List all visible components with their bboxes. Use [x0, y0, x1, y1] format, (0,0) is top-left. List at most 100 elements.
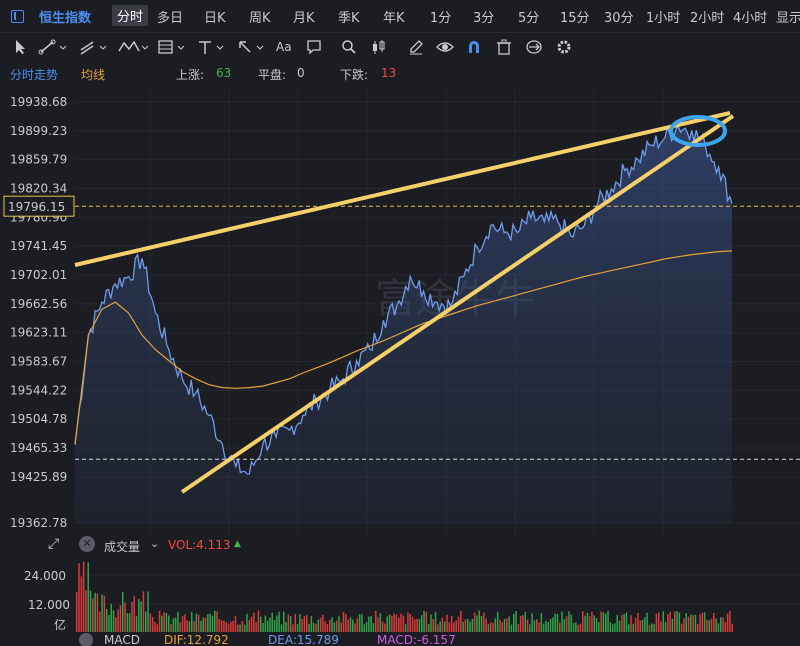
volume-bar: [352, 619, 354, 632]
volume-bar: [269, 617, 271, 632]
magnet-icon[interactable]: [466, 37, 482, 57]
tab-timeframe[interactable]: 日K: [204, 7, 226, 26]
sync-icon[interactable]: [525, 37, 543, 57]
volume-bar: [225, 622, 227, 632]
symbol-name[interactable]: 恒生指数: [39, 7, 91, 26]
trash-icon[interactable]: [496, 37, 512, 57]
volume-bar: [600, 611, 602, 632]
volume-bar: [195, 613, 198, 632]
comment-tool-icon[interactable]: [306, 37, 322, 57]
volume-bar: [308, 623, 310, 632]
search-icon[interactable]: [341, 37, 357, 57]
wave-tool-icon[interactable]: [117, 37, 149, 57]
volume-bar: [85, 589, 87, 632]
gear-icon[interactable]: [556, 37, 572, 57]
avg-line-label[interactable]: 均线: [81, 66, 105, 83]
tab-timeframe[interactable]: 1分: [430, 7, 451, 26]
expand-icon[interactable]: ⤢: [48, 536, 59, 552]
volume-bar: [220, 620, 223, 632]
volume-bar: [289, 616, 292, 632]
volume-bar: [276, 615, 278, 632]
volume-bar: [687, 616, 690, 632]
candlestick-icon[interactable]: [370, 37, 388, 57]
volume-bar: [416, 618, 418, 632]
tab-timeframe[interactable]: 显示: [776, 7, 800, 26]
volume-bar: [315, 624, 317, 632]
volume-bar: [667, 614, 669, 632]
volume-bar: [634, 618, 637, 632]
tab-timeframe[interactable]: 月K: [293, 7, 315, 26]
volume-bar: [372, 623, 375, 632]
tab-timeframe[interactable]: 1小时: [646, 7, 680, 26]
volume-bar: [354, 623, 356, 632]
volume-bar: [243, 624, 246, 632]
volume-bar: [99, 611, 101, 632]
volume-bar: [110, 603, 112, 632]
volume-bar: [168, 615, 170, 632]
tab-timeframe[interactable]: 4小时: [733, 7, 767, 26]
horizontal-line-icon[interactable]: [197, 37, 227, 57]
volume-bar: [726, 613, 729, 632]
chart-panel-icon[interactable]: [11, 10, 24, 23]
channel-tool-icon[interactable]: [78, 37, 108, 57]
volume-bar: [577, 624, 579, 632]
tab-timeframe[interactable]: 分时: [112, 5, 149, 26]
down-count: 13: [381, 66, 397, 80]
tab-timeframe[interactable]: 2小时: [690, 7, 724, 26]
volume-bar: [108, 615, 110, 632]
volume-indicator-name[interactable]: 成交量: [104, 538, 140, 555]
volume-bar: [441, 617, 444, 632]
volume-bar: [540, 613, 543, 632]
volume-bar: [483, 612, 485, 632]
y-tick-label: 19662.56: [10, 297, 67, 311]
volume-bar: [593, 615, 595, 632]
macd-value: MACD:-6.157: [377, 633, 456, 646]
volume-bar: [179, 622, 181, 632]
volume-bar: [94, 592, 96, 632]
volume-bar: [388, 614, 391, 632]
volume-bar: [404, 624, 407, 632]
line-tool-icon[interactable]: [38, 37, 68, 57]
volume-bar: [510, 624, 513, 632]
volume-bar: [664, 621, 667, 632]
close-icon[interactable]: ✕: [79, 536, 95, 552]
fib-tool-icon[interactable]: [157, 37, 187, 57]
volume-bar: [303, 616, 306, 632]
price-chart[interactable]: 富途牛牛 19938.6819899.2319859.7919820.34197…: [0, 87, 800, 535]
tab-timeframe[interactable]: 30分: [604, 7, 634, 26]
volume-bar: [278, 611, 280, 632]
volume-bar: [552, 617, 554, 632]
tab-timeframe[interactable]: 15分: [560, 7, 590, 26]
chevron-down-icon[interactable]: ⌄: [150, 537, 159, 550]
volume-bar: [515, 611, 517, 632]
volume-bar: [708, 620, 710, 632]
mode-label[interactable]: 分时走势: [10, 66, 58, 83]
macd-label[interactable]: MACD: [104, 633, 140, 646]
volume-bar: [609, 622, 612, 632]
volume-bar: [239, 624, 241, 632]
volume-bar: [287, 614, 290, 632]
volume-bar: [674, 611, 676, 632]
volume-bar: [223, 620, 225, 632]
close-icon[interactable]: [79, 633, 93, 646]
volume-bar: [545, 620, 547, 632]
text-tool-icon[interactable]: Aa: [276, 37, 292, 57]
volume-chart[interactable]: 24.000 12.000 亿: [0, 557, 800, 632]
tab-timeframe[interactable]: 周K: [249, 7, 271, 26]
pencil-icon[interactable]: [408, 37, 424, 57]
volume-bar: [611, 624, 614, 632]
timeframe-bar: 恒生指数 分时 多日 日K 周K 月K 季K 年K 1分 3分 5分 15分 30分 1小时 2小时 4小时…: [0, 0, 800, 33]
eye-icon[interactable]: [436, 37, 454, 57]
volume-bar: [218, 619, 221, 632]
cursor-icon[interactable]: [14, 37, 28, 57]
tab-timeframe[interactable]: 年K: [383, 7, 405, 26]
tab-timeframe[interactable]: 多日: [157, 7, 183, 26]
tab-timeframe[interactable]: 季K: [338, 7, 360, 26]
tab-timeframe[interactable]: 3分: [473, 7, 494, 26]
volume-bar: [492, 622, 494, 632]
tab-timeframe[interactable]: 5分: [518, 7, 539, 26]
volume-bar: [496, 611, 499, 632]
volume-bar: [283, 611, 285, 632]
volume-bar: [154, 622, 156, 632]
arrow-tool-icon[interactable]: [237, 37, 267, 57]
